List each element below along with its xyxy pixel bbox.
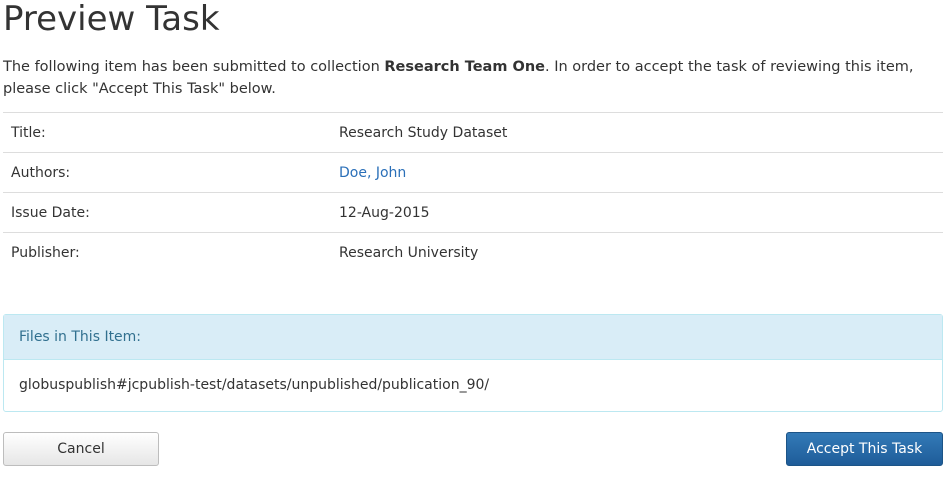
metadata-value-publisher: Research University	[339, 244, 479, 261]
metadata-value-title: Research Study Dataset	[339, 124, 508, 141]
metadata-row-title: Title: Research Study Dataset	[3, 112, 943, 153]
metadata-label: Publisher:	[11, 244, 80, 261]
metadata-row-publisher: Publisher: Research University	[3, 232, 943, 273]
collection-name: Research Team One	[384, 59, 545, 75]
metadata-value-authors: Doe, John	[339, 153, 943, 193]
item-metadata-table: Title: Research Study Dataset Authors: D…	[3, 112, 943, 273]
intro-text-before: The following item has been submitted to…	[3, 59, 385, 75]
metadata-label: Title:	[11, 124, 46, 141]
accept-task-button[interactable]: Accept This Task	[786, 432, 943, 466]
page-title: Preview Task	[3, 0, 220, 39]
metadata-row-authors: Authors: Doe, John	[3, 152, 943, 193]
file-path: globuspublish#jcpublish-test/datasets/un…	[19, 377, 490, 393]
metadata-label: Issue Date:	[11, 204, 90, 221]
metadata-value-issue-date: 12-Aug-2015	[339, 204, 430, 221]
cancel-button[interactable]: Cancel	[3, 432, 159, 466]
author-link[interactable]: Doe, John	[339, 165, 406, 181]
preview-task-page: Preview Task The following item has been…	[0, 0, 949, 478]
metadata-label: Authors:	[11, 164, 71, 181]
metadata-row-issue-date: Issue Date: 12-Aug-2015	[3, 192, 943, 233]
intro-text: The following item has been submitted to…	[3, 56, 943, 100]
files-panel-heading: Files in This Item:	[4, 315, 942, 360]
files-panel: Files in This Item: globuspublish#jcpubl…	[3, 314, 943, 412]
